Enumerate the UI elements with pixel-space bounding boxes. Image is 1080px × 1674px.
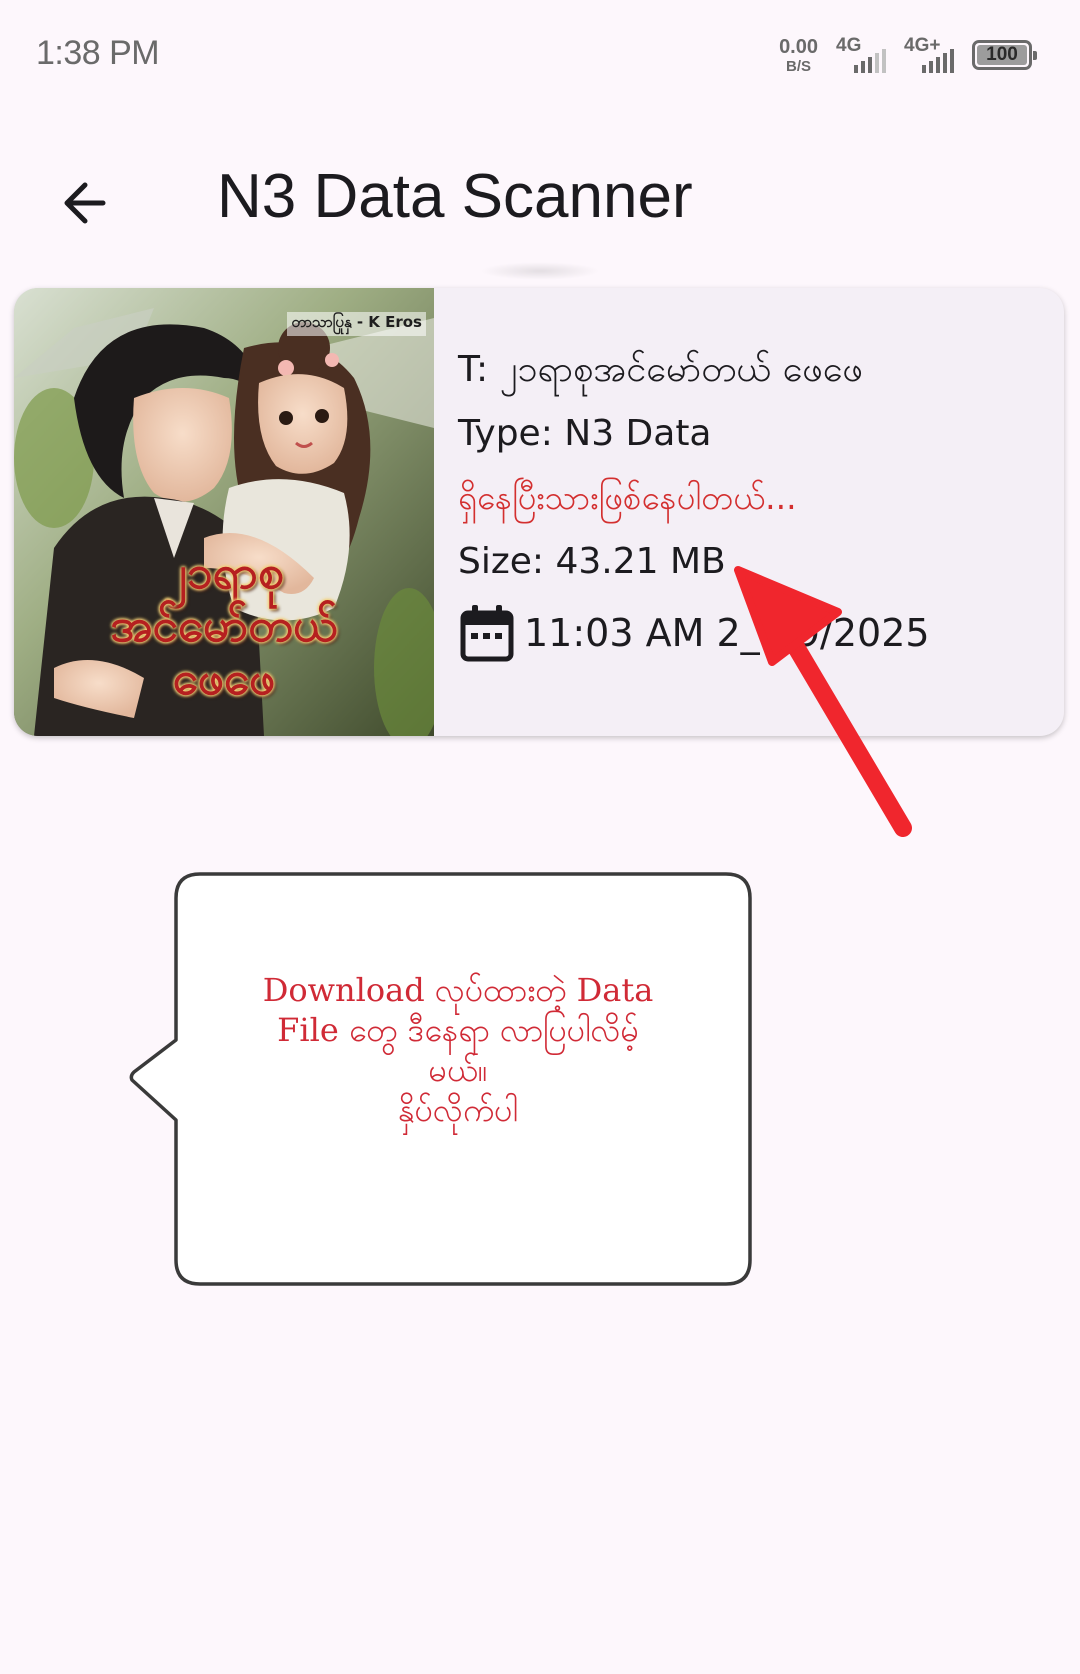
tooltip-text: Download လုပ်ထားတဲ့ Data File တွေ ဒီနေရာ…: [208, 970, 708, 1130]
tooltip-line: Download လုပ်ထားတဲ့ Data: [262, 971, 654, 1009]
cover-title: ၂၁ရာစု အင်မော်တယ် ဖေဖေ: [110, 545, 338, 705]
app-bar: N3 Data Scanner: [0, 120, 1080, 270]
network-speed: 0.00 B/S: [779, 37, 818, 74]
scroll-indicator: [480, 262, 600, 280]
network-speed-unit: B/S: [786, 57, 812, 75]
cover-image: တာသာပြုနှ - K Eros ၂၁ရာစု အင်မော်တယ် ဖေဖ…: [14, 288, 434, 736]
battery-level: 100: [986, 44, 1018, 65]
status-bar: 1:38 PM 0.00 B/S 4G 4G+ 100: [0, 0, 1080, 110]
arrow-left-icon: [64, 182, 106, 224]
file-title: T: ၂၁ရာစုအင်မော်တယ် ဖေဖေ: [458, 349, 863, 390]
tooltip-line: File တွေ ဒီနေရာ လာပြပါလိမ့်: [277, 1011, 639, 1049]
battery-icon: 100: [972, 40, 1037, 70]
status-time: 1:38 PM: [36, 34, 160, 72]
cover-author: တာသာပြုနှ - K Eros: [287, 312, 426, 336]
tooltip-line: မယ်။: [428, 1051, 488, 1089]
signal-4g-plus-icon: 4G+: [904, 35, 954, 75]
signal-4g-icon: 4G: [836, 35, 886, 75]
page-title: N3 Data Scanner: [217, 162, 693, 231]
file-type: Type: N3 Data: [458, 413, 712, 454]
status-icons: 0.00 B/S 4G 4G+ 100: [779, 30, 1037, 80]
red-arrow-icon: [734, 566, 912, 837]
network-speed-value: 0.00: [779, 35, 818, 58]
calendar-icon: [460, 605, 514, 662]
back-button[interactable]: [40, 158, 130, 248]
tooltip-bubble: Download လုပ်ထားတဲ့ Data File တွေ ဒီနေရာ…: [128, 872, 752, 1286]
file-status: ရှိနေပြီးသားဖြစ်နေပါတယ်...: [458, 478, 797, 517]
tooltip-line: နှိပ်လိုက်ပါ: [398, 1091, 518, 1129]
